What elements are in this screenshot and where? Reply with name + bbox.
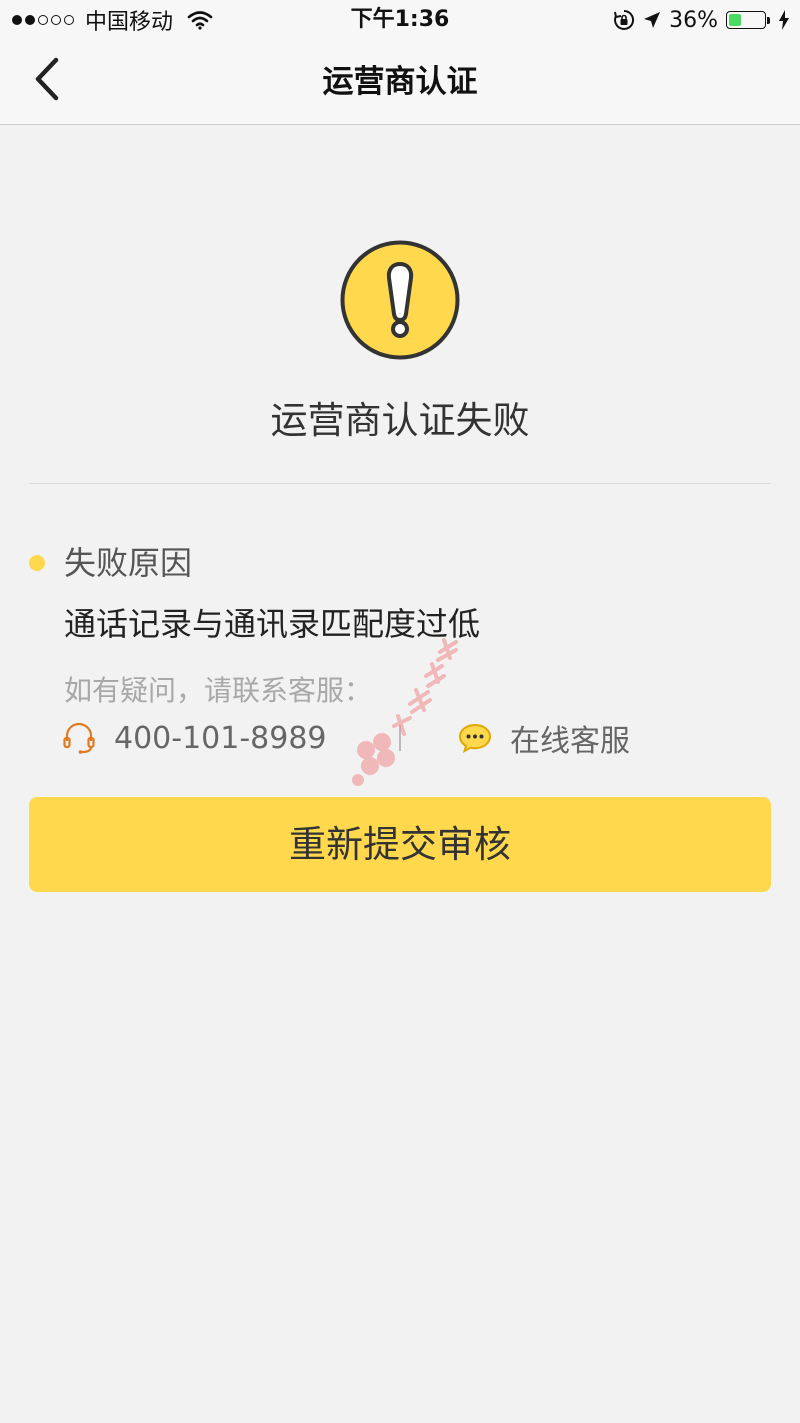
bullet-dot <box>29 555 45 571</box>
warning-exclamation-icon <box>340 240 460 360</box>
location-arrow-icon <box>644 12 661 28</box>
headset-icon <box>63 722 95 754</box>
contact-hint: 如有疑问，请联系客服： <box>64 674 373 707</box>
phone-link[interactable]: 400-101-8989 <box>62 718 327 758</box>
navigation-bar: 运营商认证 <box>0 40 800 125</box>
battery-percent: 36% <box>669 7 718 33</box>
watermark-logo <box>352 638 458 786</box>
orientation-lock-icon <box>614 9 635 30</box>
online-service-label: 在线客服 <box>510 724 630 759</box>
result-title: 运营商认证失败 <box>270 399 530 442</box>
battery-icon <box>726 11 770 29</box>
charging-icon <box>779 10 789 30</box>
status-right: 36% <box>605 6 790 34</box>
status-bar: 中国移动 下午1:36 36% <box>0 0 800 40</box>
resubmit-review-button[interactable]: 重新提交审核 <box>29 797 771 892</box>
online-service-link[interactable]: 在线客服 <box>458 718 630 759</box>
failure-reason-label: 失败原因 <box>64 544 193 582</box>
page-title: 运营商认证 <box>322 64 478 100</box>
divider <box>29 483 771 484</box>
phone-number: 400-101-8989 <box>114 720 327 756</box>
